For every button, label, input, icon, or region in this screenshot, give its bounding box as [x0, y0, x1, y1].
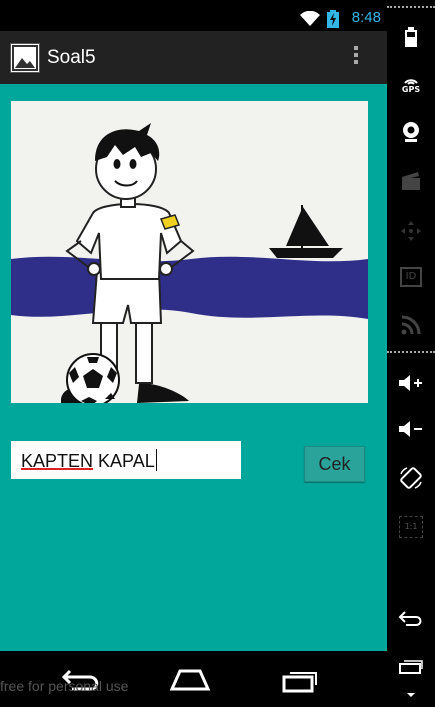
wifi-icon	[300, 11, 320, 26]
volume-up-button[interactable]	[387, 370, 435, 396]
home-icon[interactable]	[168, 665, 212, 695]
recent-apps-button[interactable]	[387, 654, 435, 678]
id-card-icon: ID	[400, 267, 422, 287]
back-button[interactable]	[387, 606, 435, 630]
volume-down-icon	[399, 421, 422, 437]
phone-screen: 8:48 Soal5 KAPTEN KAPAL Cek free for per…	[0, 0, 387, 707]
scale-button[interactable]: 1:1	[387, 514, 435, 540]
scale-label: 1:1	[404, 522, 418, 531]
content-area: KAPTEN KAPAL Cek	[0, 84, 387, 651]
image-icon	[12, 45, 38, 71]
emulator-side-panel: GPS ID 1:1	[387, 0, 435, 707]
separator	[387, 6, 435, 8]
gps-button[interactable]: GPS	[387, 70, 435, 98]
status-time: 8:48	[351, 9, 381, 26]
status-bar: 8:48	[0, 5, 387, 31]
answer-input[interactable]: KAPTEN KAPAL	[11, 441, 241, 479]
id-label: ID	[405, 271, 417, 282]
volume-up-icon	[399, 375, 422, 391]
recent-apps-icon	[399, 660, 423, 674]
ship-icon	[269, 205, 343, 258]
answer-word-1: KAPTEN	[21, 451, 94, 471]
text-cursor	[155, 449, 157, 471]
overflow-menu-icon[interactable]	[346, 43, 366, 73]
cek-button[interactable]: Cek	[304, 446, 365, 482]
battery-button[interactable]	[387, 22, 435, 52]
clapperboard-icon	[402, 172, 420, 190]
dpad-icon	[401, 221, 421, 241]
gps-label: GPS	[401, 84, 421, 94]
volume-down-button[interactable]	[387, 416, 435, 442]
dpad-button[interactable]	[387, 218, 435, 244]
battery-icon	[405, 27, 417, 47]
camera-button[interactable]	[387, 118, 435, 146]
rss-icon	[401, 315, 421, 335]
network-button[interactable]	[387, 312, 435, 338]
device-id-button[interactable]: ID	[387, 264, 435, 290]
puzzle-picture	[11, 101, 368, 403]
scale-icon: 1:1	[399, 516, 423, 538]
rotate-icon	[400, 467, 422, 489]
recent-apps-icon[interactable]	[278, 665, 322, 695]
triangle-down-icon	[407, 693, 415, 697]
rotate-button[interactable]	[387, 464, 435, 492]
media-button[interactable]	[387, 168, 435, 194]
webcam-icon	[403, 122, 419, 142]
action-bar: Soal5	[0, 31, 387, 84]
battery-charging-icon	[327, 10, 339, 28]
watermark-text: free for personal use	[0, 678, 129, 694]
soccer-ball-icon	[66, 353, 120, 403]
back-icon	[398, 611, 422, 626]
more-button[interactable]	[387, 688, 435, 702]
gps-icon	[404, 78, 418, 85]
answer-word-2: KAPAL	[98, 451, 155, 471]
app-title: Soal5	[47, 47, 96, 68]
separator	[387, 351, 435, 353]
app-icon[interactable]	[10, 43, 40, 73]
captain-ship-illustration	[11, 123, 368, 403]
